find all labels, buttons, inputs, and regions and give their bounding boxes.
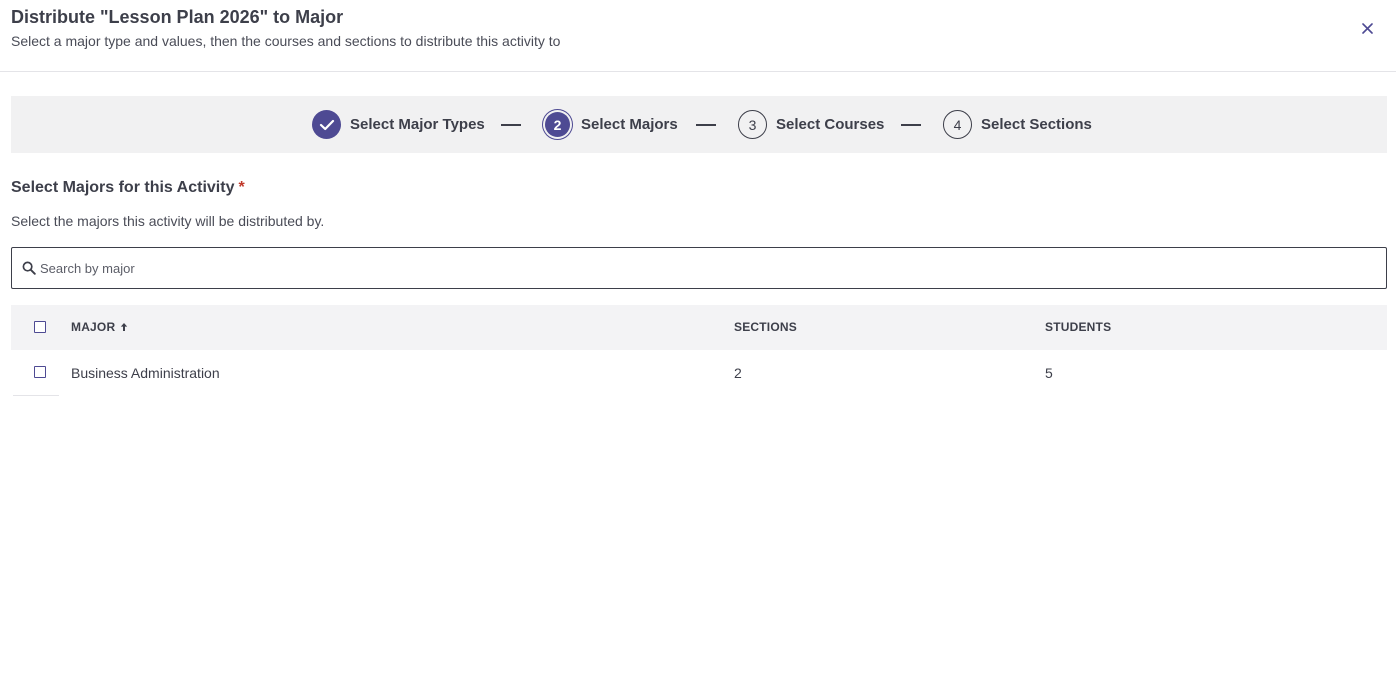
column-header-label: STUDENTS: [1045, 320, 1112, 334]
cell-students: 5: [1045, 365, 1053, 381]
step-number-badge: 2: [545, 112, 570, 137]
stepper: Select Major Types 2 Select Majors 3 Sel…: [11, 96, 1387, 153]
section-title-text: Select Majors for this Activity: [11, 179, 235, 196]
table-row[interactable]: Business Administration 2 5: [11, 350, 1387, 396]
dialog-header: Distribute "Lesson Plan 2026" to Major S…: [0, 0, 1396, 72]
dialog-subtitle: Select a major type and values, then the…: [11, 33, 561, 49]
section-description: Select the majors this activity will be …: [11, 213, 325, 229]
column-header-label: SECTIONS: [734, 320, 797, 334]
cell-sections: 2: [734, 365, 742, 381]
step-label: Select Courses: [776, 116, 885, 133]
step-completed-indicator: [312, 110, 341, 139]
close-icon: [1361, 22, 1373, 34]
step-separator: [501, 124, 521, 126]
select-all-checkbox[interactable]: [34, 321, 46, 333]
column-header-sections[interactable]: SECTIONS: [734, 320, 797, 334]
cell-major: Business Administration: [71, 365, 220, 381]
row-divider: [13, 395, 59, 396]
search-input[interactable]: [40, 248, 1370, 288]
column-header-label: MAJOR: [71, 320, 116, 334]
required-indicator: *: [238, 179, 245, 196]
step-select-majors[interactable]: 2 Select Majors: [543, 110, 678, 139]
checkmark-icon: [319, 119, 334, 130]
search-icon: [22, 261, 36, 275]
row-checkbox[interactable]: [34, 366, 46, 378]
sort-ascending-icon: [121, 323, 128, 331]
table-header: MAJOR SECTIONS STUDENTS: [11, 305, 1387, 350]
step-select-sections[interactable]: 4 Select Sections: [943, 110, 1092, 139]
step-number-badge: 3: [738, 110, 767, 139]
step-select-major-types[interactable]: Select Major Types: [312, 110, 485, 139]
step-separator: [901, 124, 921, 126]
close-button[interactable]: [1356, 17, 1378, 39]
dialog-title: Distribute "Lesson Plan 2026" to Major: [11, 7, 344, 27]
column-header-students[interactable]: STUDENTS: [1045, 320, 1111, 334]
search-field[interactable]: [11, 247, 1387, 289]
step-label: Select Majors: [581, 116, 678, 133]
step-label: Select Major Types: [350, 116, 485, 133]
section-title: Select Majors for this Activity *: [11, 179, 245, 197]
step-number-badge: 4: [943, 110, 972, 139]
column-header-major[interactable]: MAJOR: [71, 320, 128, 334]
step-select-courses[interactable]: 3 Select Courses: [738, 110, 884, 139]
step-label: Select Sections: [981, 116, 1092, 133]
step-separator: [696, 124, 716, 126]
